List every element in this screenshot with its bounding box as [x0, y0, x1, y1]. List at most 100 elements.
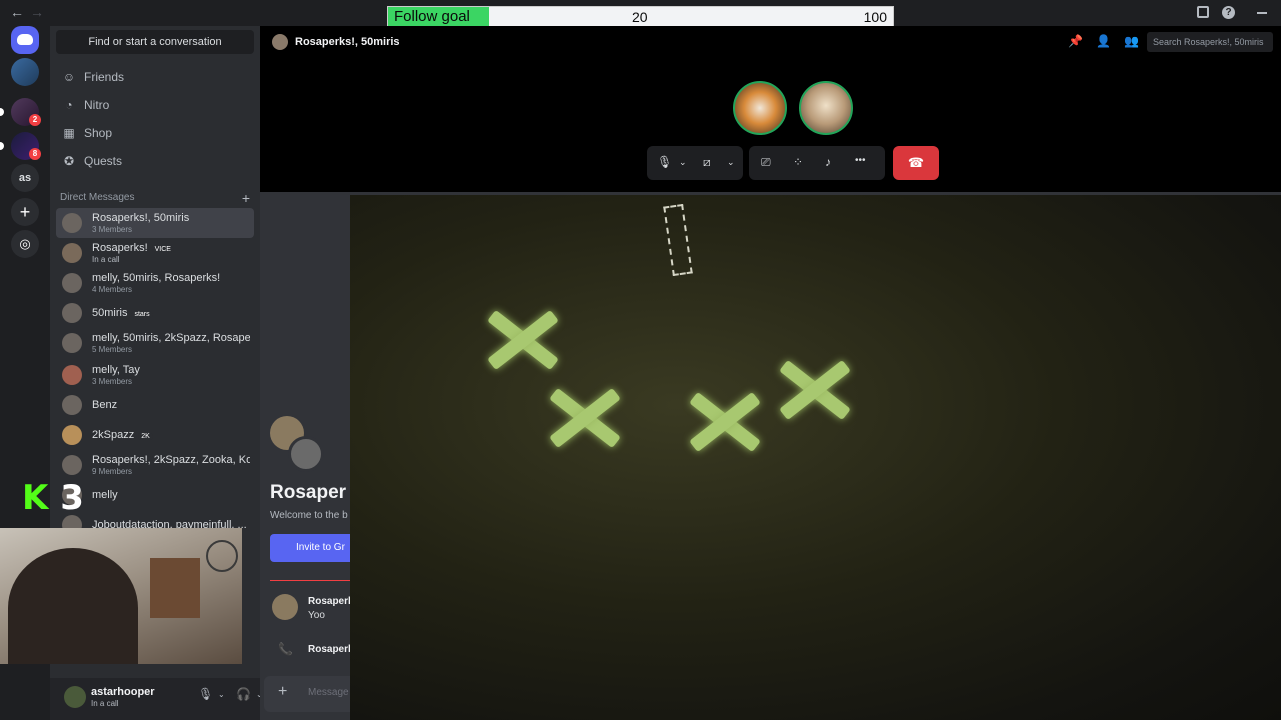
- dm-name: Rosaperks!, 50miris: [92, 212, 190, 224]
- follow-goal-label: Follow goal: [394, 8, 470, 25]
- message-author[interactable]: Rosaperk: [308, 596, 354, 607]
- nav-label: Nitro: [84, 98, 110, 112]
- dm-subtitle: 9 Members: [92, 467, 133, 476]
- chat-welcome: Rosaper Welcome to the b Invite to Gr Ro…: [260, 192, 360, 720]
- avatar[interactable]: [64, 686, 86, 708]
- webcam-shelf: [150, 558, 200, 618]
- headphones-icon[interactable]: 🎧: [236, 687, 251, 701]
- clan-tag: stars: [131, 311, 153, 318]
- dm-subtitle: 4 Members: [92, 285, 133, 294]
- dm-item[interactable]: melly, 50miris, 2kSpazz, Rosape... 5 Mem…: [56, 328, 254, 358]
- explore-icon[interactable]: ◎: [11, 230, 39, 258]
- microphone-icon[interactable]: 🎙: [198, 687, 213, 701]
- inbox-icon[interactable]: [1197, 6, 1209, 18]
- invite-button[interactable]: Invite to Gr: [270, 534, 360, 562]
- friends-icon: ☺: [62, 70, 76, 84]
- user-status: In a call: [91, 699, 119, 708]
- search-input[interactable]: Search Rosaperks!, 50miris: [1147, 32, 1273, 52]
- dm-name: Rosaperks! VICE: [92, 242, 250, 254]
- dm-name: melly, 50miris, Rosaperks!: [92, 272, 221, 284]
- webcam-person: [8, 548, 138, 664]
- create-dm-icon[interactable]: +: [242, 190, 250, 206]
- dm-item[interactable]: 2kSpazz 2K: [56, 420, 254, 450]
- avatar: [62, 303, 82, 323]
- clan-tag: 2K: [138, 433, 153, 440]
- participant-avatar[interactable]: [733, 81, 787, 135]
- follow-goal-bar: Follow goal 20 100: [387, 6, 894, 27]
- group-avatar: [62, 365, 82, 385]
- microphone-icon[interactable]: 🎙: [657, 155, 672, 169]
- game-glyph: [540, 373, 630, 463]
- chevron-down-icon[interactable]: ⌄: [218, 690, 225, 699]
- find-conversation-button[interactable]: Find or start a conversation: [56, 30, 254, 54]
- minimize-icon[interactable]: [1257, 12, 1267, 14]
- dm-name: melly, 50miris, 2kSpazz, Rosape...: [92, 332, 250, 344]
- unread-pill: [0, 108, 4, 116]
- pin-icon[interactable]: 📌: [1068, 34, 1083, 48]
- back-arrow-icon[interactable]: ←: [10, 4, 24, 20]
- kick-logo: K: [22, 478, 49, 518]
- hang-up-button[interactable]: ☎: [893, 146, 939, 180]
- screenshare-icon[interactable]: ⎚: [761, 155, 771, 170]
- message-text: Yoo: [308, 610, 325, 621]
- group-title: Rosaper: [270, 482, 347, 503]
- unread-pill: [0, 142, 4, 150]
- game-object: [663, 203, 693, 277]
- camera-off-icon[interactable]: ⧄: [703, 155, 711, 170]
- add-server-icon[interactable]: +: [11, 198, 39, 226]
- game-stream[interactable]: [350, 195, 1281, 720]
- group-avatar: [288, 436, 324, 472]
- dm-item[interactable]: Rosaperks!, 2kSpazz, Zooka, Ko... 9 Memb…: [56, 450, 254, 480]
- dm-item[interactable]: Rosaperks!, 50miris 3 Members: [56, 208, 254, 238]
- server-icon[interactable]: 8: [11, 132, 41, 160]
- forward-arrow-icon[interactable]: →: [30, 4, 44, 20]
- soundboard-icon[interactable]: ♪: [825, 155, 831, 169]
- phone-icon: 📞: [278, 642, 293, 656]
- nav-friends[interactable]: ☺ Friends: [56, 64, 254, 90]
- kick-count: 3: [60, 478, 84, 518]
- quests-icon: ✪: [63, 154, 75, 168]
- audio-video-controls: 🎙 ⌄ ⧄ ⌄: [647, 146, 743, 180]
- group-avatar: [62, 333, 82, 353]
- help-icon[interactable]: ?: [1222, 6, 1235, 19]
- avatar[interactable]: [272, 594, 298, 620]
- group-avatar: [62, 273, 82, 293]
- kick-overlay: K 3: [22, 478, 84, 518]
- shop-icon: ▦: [63, 126, 75, 140]
- call-author[interactable]: Rosaperk: [308, 644, 354, 655]
- dm-name: Rosaperks!, 2kSpazz, Zooka, Ko...: [92, 454, 250, 466]
- dm-item[interactable]: melly, 50miris, Rosaperks! 4 Members: [56, 268, 254, 298]
- dm-subtitle: 3 Members: [92, 377, 133, 386]
- activities-icon[interactable]: ⁘: [793, 155, 803, 169]
- webcam-overlay: [0, 528, 242, 664]
- dm-item[interactable]: Rosaperks! VICE In a call: [56, 238, 254, 268]
- call-actions: ⎚ ⁘ ♪ •••: [749, 146, 885, 180]
- server-as[interactable]: as: [11, 164, 39, 192]
- server-icon[interactable]: 2: [11, 98, 41, 126]
- clan-tag: VICE: [151, 246, 174, 253]
- nav-shop[interactable]: ▦ Shop: [56, 120, 254, 146]
- message-placeholder: Message: [308, 687, 349, 698]
- dm-item[interactable]: 50miris stars: [56, 298, 254, 328]
- nav-label: Friends: [84, 70, 125, 84]
- discord-home-icon[interactable]: [11, 26, 39, 54]
- nav-nitro[interactable]: ◔ Nitro: [56, 92, 254, 118]
- follow-goal-current: 20: [632, 9, 648, 25]
- server-icon[interactable]: [11, 58, 39, 86]
- dm-item[interactable]: melly: [56, 480, 254, 510]
- chevron-down-icon[interactable]: ⌄: [727, 157, 735, 168]
- more-options-icon[interactable]: •••: [855, 155, 866, 166]
- participant-avatar[interactable]: [799, 81, 853, 135]
- nav-quests[interactable]: ✪ Quests: [56, 148, 254, 174]
- avatar: [62, 425, 82, 445]
- dm-name: melly, Tay: [92, 364, 140, 376]
- members-icon[interactable]: 👥: [1124, 34, 1139, 48]
- welcome-text: Welcome to the b: [270, 510, 348, 521]
- dm-subtitle: 5 Members: [92, 345, 133, 354]
- add-friend-icon[interactable]: 👤: [1096, 34, 1111, 48]
- dm-item[interactable]: Benz: [56, 390, 254, 420]
- attach-icon[interactable]: +: [278, 683, 287, 701]
- dm-item[interactable]: melly, Tay 3 Members: [56, 360, 254, 390]
- chevron-down-icon[interactable]: ⌄: [679, 157, 687, 168]
- dm-name: 2kSpazz 2K: [92, 429, 250, 441]
